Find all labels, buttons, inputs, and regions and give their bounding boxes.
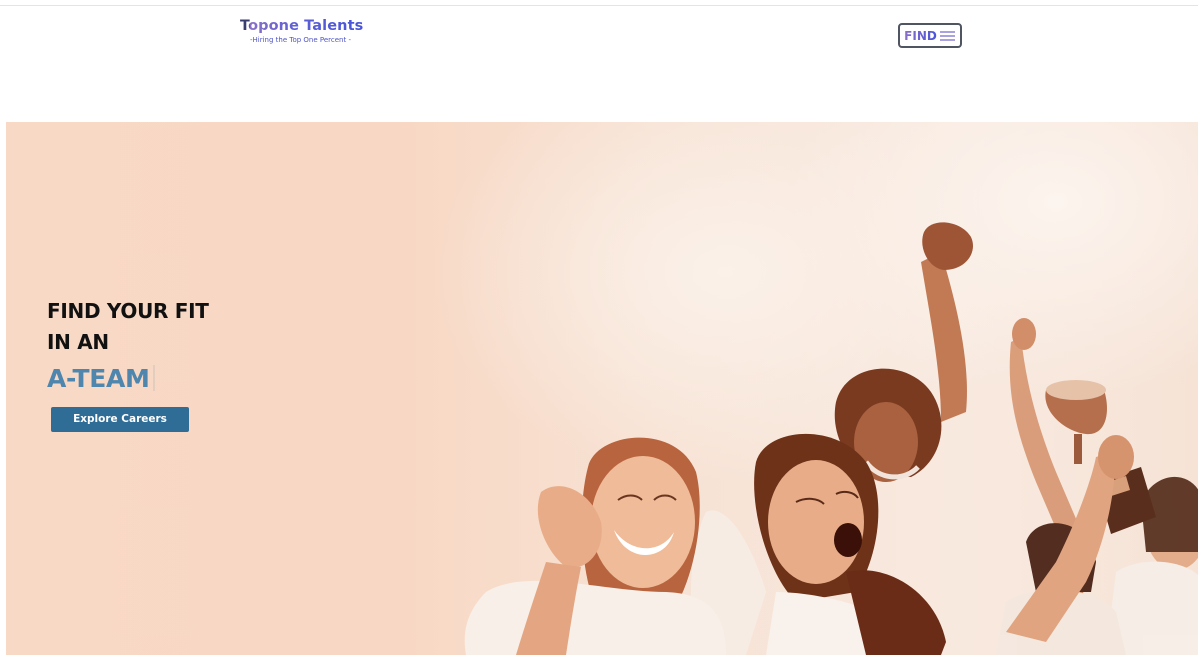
hero-headline-accent: A-TEAM — [47, 364, 209, 394]
find-menu-button[interactable]: FIND — [898, 23, 962, 48]
brand-tagline: -Hiring the Top One Percent - — [250, 36, 351, 44]
hero-accent-text: A-TEAM — [47, 364, 150, 393]
find-button-label: FIND — [904, 28, 937, 43]
site-header: Topone Talents -Hiring the Top One Perce… — [0, 0, 1198, 120]
brand-name: Topone Talents — [240, 18, 370, 34]
brand-logo[interactable]: Topone Talents -Hiring the Top One Perce… — [240, 18, 370, 44]
hero-headline-line2: IN AN — [47, 330, 109, 354]
explore-careers-button[interactable]: Explore Careers — [51, 407, 189, 432]
typing-caret — [152, 365, 155, 391]
hero-banner: FIND YOUR FIT IN AN A-TEAM Explore Caree… — [6, 122, 1198, 655]
hamburger-menu-icon — [939, 30, 955, 41]
hero-copy: FIND YOUR FIT IN AN A-TEAM — [47, 296, 209, 394]
hero-headline-line1: FIND YOUR FIT — [47, 299, 209, 323]
